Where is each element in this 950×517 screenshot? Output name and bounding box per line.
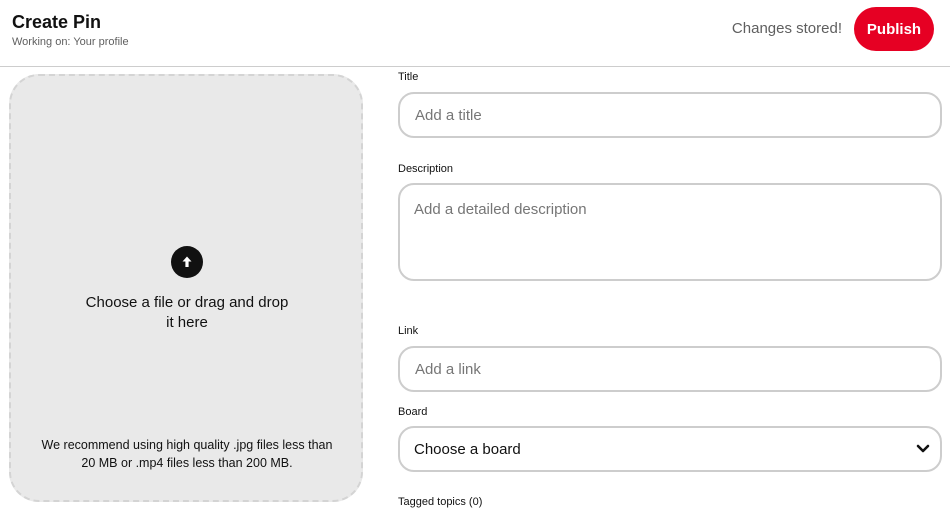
board-select-value: Choose a board <box>414 441 521 458</box>
upload-file-hint: We recommend using high quality .jpg fil… <box>41 438 333 470</box>
board-select[interactable]: Choose a board <box>398 426 942 472</box>
file-upload-dropzone[interactable]: Choose a file or drag and drop it here W… <box>9 74 363 502</box>
save-status-text: Changes stored! <box>731 20 842 37</box>
publish-button[interactable]: Publish <box>854 7 934 51</box>
tagged-topics-label: Tagged topics (0) <box>398 496 483 508</box>
upload-arrow-icon <box>171 246 203 278</box>
link-input[interactable] <box>398 346 942 392</box>
description-label: Description <box>398 163 454 175</box>
description-textarea[interactable] <box>398 183 942 281</box>
title-input[interactable] <box>398 92 942 138</box>
working-on-subtitle: Working on: Your profile <box>12 36 129 48</box>
chevron-down-icon <box>916 444 930 453</box>
title-label: Title <box>398 71 419 83</box>
link-label: Link <box>398 325 419 337</box>
page-title: Create Pin <box>12 12 102 32</box>
upload-instruction: Choose a file or drag and drop it here <box>85 294 289 331</box>
header: Create Pin Working on: Your profile Chan… <box>0 0 950 67</box>
board-label: Board <box>398 406 428 418</box>
